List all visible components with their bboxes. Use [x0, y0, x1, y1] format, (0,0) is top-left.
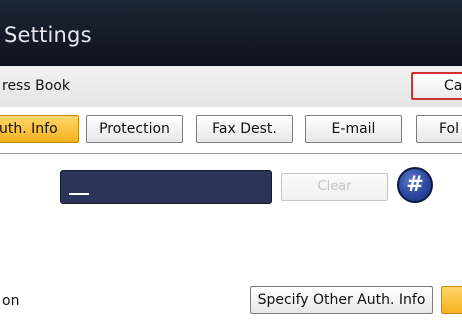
screen-title: Settings [4, 23, 92, 47]
tab-bar: uth. Info Protection Fax Dest. E-mail Fo… [0, 107, 462, 154]
tab-folder[interactable]: Fol [416, 115, 462, 143]
text-cursor [69, 193, 89, 195]
section-title: ress Book [2, 78, 70, 94]
specify-other-auth-info-button[interactable]: Specify Other Auth. Info [250, 286, 433, 314]
cancel-button[interactable]: Ca [411, 72, 462, 100]
tab-fax-dest[interactable]: Fax Dest. [196, 115, 293, 143]
setting-label: on [2, 293, 20, 309]
tab-protection[interactable]: Protection [86, 115, 183, 143]
tab-email[interactable]: E-mail [305, 115, 402, 143]
selected-option-button[interactable] [441, 286, 462, 314]
section-header: ress Book [0, 66, 462, 108]
hash-key-button[interactable]: # [397, 167, 433, 203]
clear-button[interactable]: Clear [281, 173, 388, 201]
entry-field[interactable] [60, 170, 272, 204]
title-bar: Settings [0, 0, 462, 66]
tab-auth-info[interactable]: uth. Info [0, 115, 79, 143]
